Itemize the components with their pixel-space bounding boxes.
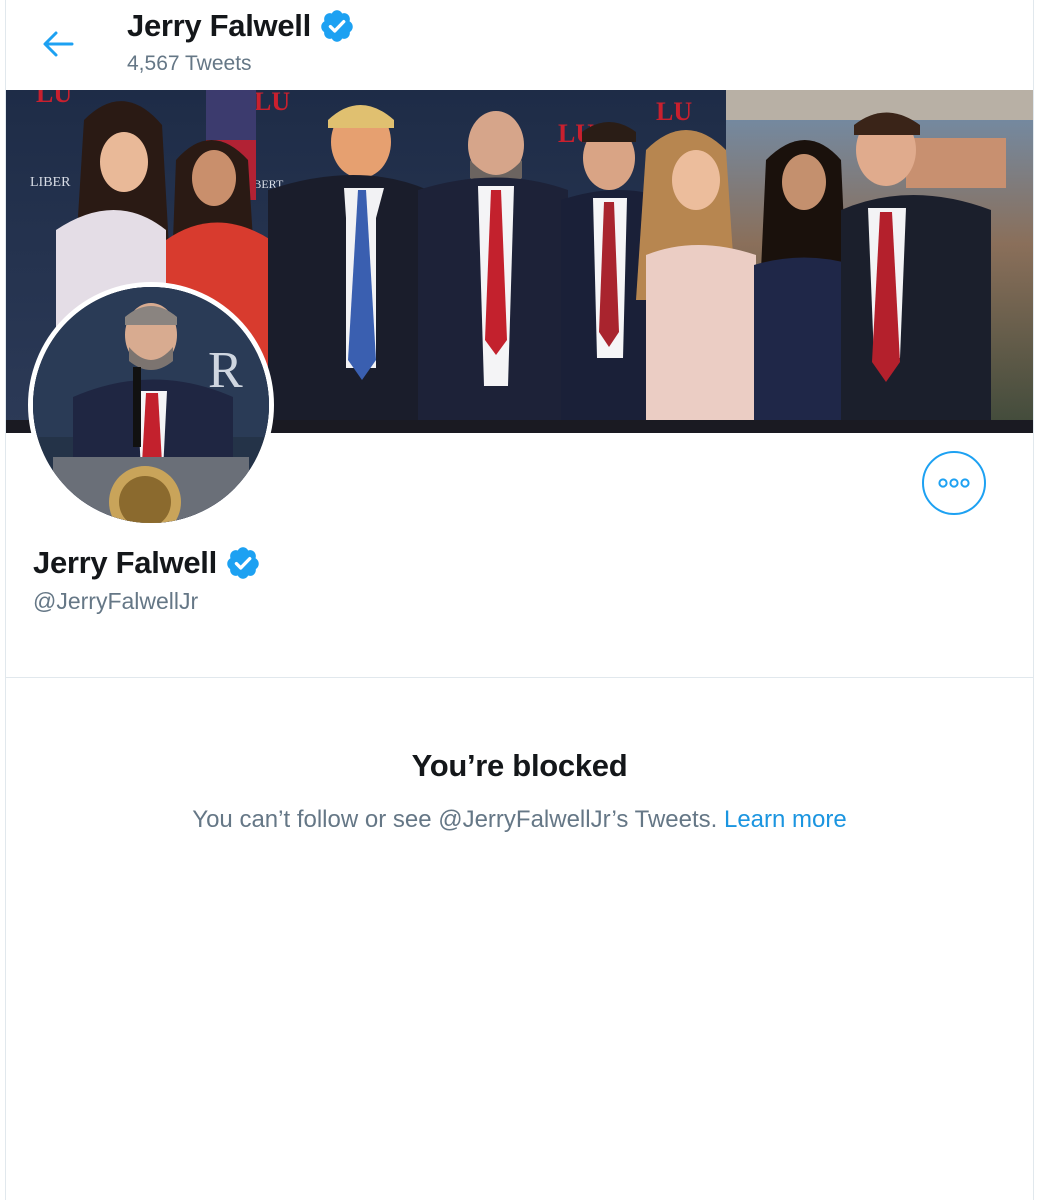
verified-badge-icon bbox=[227, 547, 259, 579]
more-horizontal-icon bbox=[938, 478, 970, 488]
learn-more-link[interactable]: Learn more bbox=[724, 806, 847, 833]
header-name: Jerry Falwell bbox=[127, 8, 311, 43]
profile-name: Jerry Falwell bbox=[33, 545, 261, 581]
avatar-illustration: R bbox=[33, 287, 269, 523]
more-options-button[interactable] bbox=[922, 451, 986, 515]
arrow-left-icon bbox=[43, 31, 74, 57]
back-button[interactable] bbox=[36, 22, 80, 66]
blocked-message-text: You can’t follow or see @JerryFalwellJr’… bbox=[192, 806, 718, 833]
banner-logo: LU bbox=[254, 90, 290, 116]
profile-avatar[interactable]: R bbox=[28, 282, 274, 528]
blocked-title: You’re blocked bbox=[411, 748, 628, 783]
banner-sign-text: LIBER bbox=[30, 175, 71, 190]
profile-display-name: Jerry Falwell bbox=[33, 545, 217, 580]
tweet-count: 4,567 Tweets bbox=[127, 52, 252, 75]
profile-page: Jerry Falwell 4,567 Tweets LU LU LU LU L… bbox=[5, 0, 1034, 1200]
blocked-message: You can’t follow or see @JerryFalwellJr’… bbox=[6, 806, 1033, 834]
section-divider bbox=[6, 677, 1033, 678]
banner-logo: LU bbox=[656, 97, 692, 126]
verified-badge-icon bbox=[321, 10, 353, 42]
top-header: Jerry Falwell 4,567 Tweets bbox=[6, 0, 1033, 90]
header-title: Jerry Falwell bbox=[127, 8, 355, 44]
banner-logo: LU bbox=[36, 90, 72, 108]
profile-handle: @JerryFalwellJr bbox=[33, 588, 199, 614]
